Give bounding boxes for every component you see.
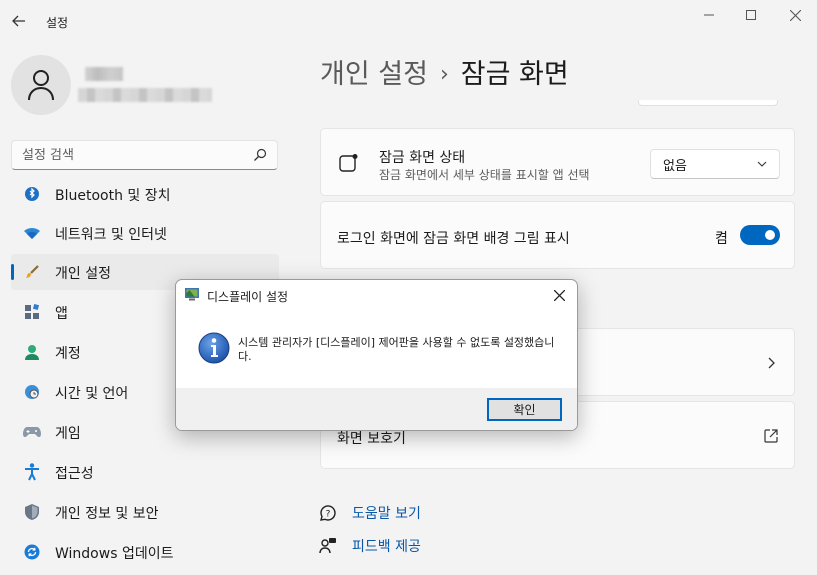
help-icon: ?: [318, 503, 338, 523]
bluetooth-icon: [23, 185, 41, 203]
sidebar-item-label: Windows 업데이트: [55, 546, 174, 562]
sidebar-item-label: 게임: [55, 426, 81, 442]
lock-status-icon: [339, 154, 358, 172]
sidebar-item-label: 접근성: [55, 466, 94, 482]
feedback-icon: [318, 536, 338, 556]
globe-clock-icon: [23, 383, 41, 401]
signin-background-card: 로그인 화면에 잠금 화면 배경 그림 표시 켬: [320, 201, 795, 269]
lock-screen-status-card: 잠금 화면 상태 잠금 화면에서 세부 상태를 표시할 앱 선택 없음: [320, 128, 795, 196]
arrow-left-icon: [12, 15, 25, 27]
search-icon[interactable]: [253, 148, 267, 162]
open-external-icon: [764, 429, 778, 443]
back-button[interactable]: [8, 8, 30, 34]
close-icon: [553, 289, 565, 301]
brush-icon: [23, 263, 41, 281]
update-icon: [23, 543, 41, 561]
breadcrumb-parent[interactable]: 개인 설정: [320, 59, 428, 90]
sidebar-item-label: 계정: [55, 346, 81, 362]
feedback-link-label: 피드백 제공: [352, 539, 421, 555]
avatar[interactable]: [11, 55, 71, 115]
wifi-icon: [23, 224, 41, 242]
lock-status-dropdown[interactable]: 없음: [650, 149, 780, 179]
search-input[interactable]: [22, 147, 242, 163]
sidebar-item-label: 네트워크 및 인터넷: [55, 227, 167, 243]
title-bar: 설정: [0, 0, 817, 44]
close-button[interactable]: [772, 2, 817, 28]
display-settings-icon: [185, 288, 199, 301]
partial-dropdown[interactable]: [638, 100, 778, 106]
screensaver-title: 화면 보호기: [337, 431, 406, 447]
display-settings-dialog: 디스플레이 설정 시스템 관리자가 [디스플레이] 제어판을 사용할 수 없도록…: [175, 279, 578, 431]
toggle-knob: [765, 230, 775, 240]
close-icon: [789, 9, 801, 21]
signin-background-title: 로그인 화면에 잠금 화면 배경 그림 표시: [337, 231, 570, 247]
sidebar-item-label: 개인 설정: [55, 266, 111, 282]
sidebar-item-label: 개인 정보 및 보안: [55, 506, 159, 522]
sidebar-item-label: 앱: [55, 306, 68, 322]
lock-status-subtitle: 잠금 화면에서 세부 상태를 표시할 앱 선택: [379, 168, 590, 182]
account-name-redacted: [85, 67, 123, 81]
minimize-button[interactable]: [686, 2, 732, 28]
app-title: 설정: [46, 16, 69, 30]
signin-background-toggle[interactable]: [740, 225, 780, 245]
accessibility-icon: [23, 463, 41, 481]
chevron-right-icon: [768, 357, 775, 369]
svg-text:?: ?: [326, 510, 331, 520]
sidebar-item-network[interactable]: 네트워크 및 인터넷: [11, 215, 279, 251]
sidebar-item-privacy[interactable]: 개인 정보 및 보안: [11, 494, 279, 530]
info-icon: [198, 332, 230, 364]
sidebar-item-label: Bluetooth 및 장치: [55, 188, 171, 204]
dialog-message: 시스템 관리자가 [디스플레이] 제어판을 사용할 수 없도록 설정했습니다.: [238, 336, 555, 363]
sidebar-item-windows-update[interactable]: Windows 업데이트: [11, 534, 279, 570]
toggle-state-label: 켬: [715, 231, 728, 247]
dropdown-value: 없음: [663, 158, 687, 174]
account-icon: [23, 343, 41, 361]
gamepad-icon: [23, 423, 41, 441]
feedback-link[interactable]: 피드백 제공: [318, 536, 421, 556]
breadcrumb-separator: ›: [439, 62, 449, 87]
search-box[interactable]: [11, 140, 278, 170]
ok-button[interactable]: 확인: [487, 398, 562, 421]
minimize-icon: [704, 14, 714, 16]
account-email-redacted: [78, 88, 212, 102]
apps-icon: [23, 303, 41, 321]
dialog-close-button[interactable]: [549, 286, 569, 304]
maximize-button[interactable]: [728, 2, 774, 28]
sidebar-item-label: 시간 및 언어: [55, 386, 129, 402]
maximize-icon: [746, 10, 756, 20]
dialog-title: 디스플레이 설정: [207, 290, 289, 304]
shield-icon: [23, 503, 41, 521]
sidebar-item-accessibility[interactable]: 접근성: [11, 454, 279, 490]
dialog-titlebar[interactable]: 디스플레이 설정: [176, 280, 577, 312]
active-indicator: [11, 264, 14, 280]
page-title: 잠금 화면: [460, 59, 569, 90]
dialog-footer: 확인: [176, 388, 577, 430]
breadcrumb: 개인 설정 › 잠금 화면: [320, 52, 569, 91]
user-icon: [28, 70, 54, 101]
lock-status-title: 잠금 화면 상태: [379, 150, 466, 166]
help-link[interactable]: ? 도움말 보기: [318, 503, 421, 523]
sidebar-item-bluetooth[interactable]: Bluetooth 및 장치: [11, 182, 279, 212]
help-link-label: 도움말 보기: [352, 506, 421, 522]
chevron-down-icon: [757, 161, 767, 167]
